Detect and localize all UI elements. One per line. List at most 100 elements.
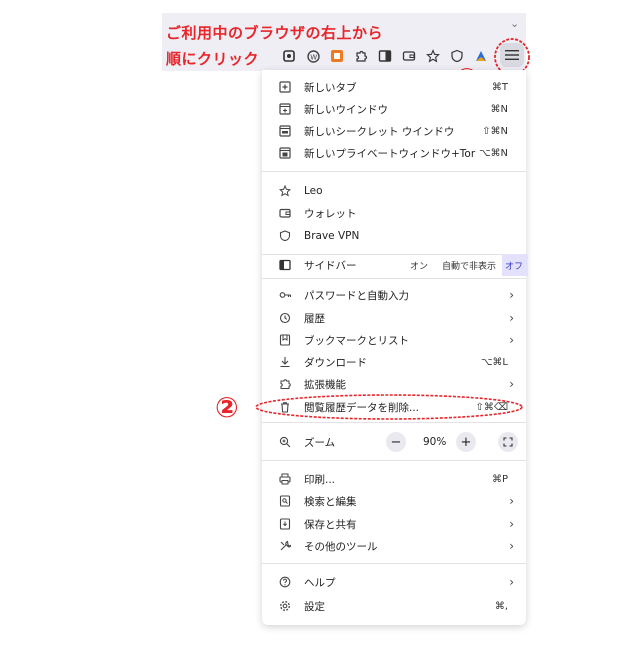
svg-text:W: W: [310, 53, 317, 61]
menu-separator: [262, 563, 526, 564]
sidebar-option-off[interactable]: オフ: [502, 254, 528, 276]
menu-item-print[interactable]: 印刷... ⌘P: [262, 468, 526, 490]
menu-item-label: ウォレット: [304, 207, 357, 220]
wallet-icon: [278, 206, 292, 220]
leo-star-icon[interactable]: [424, 47, 442, 65]
menu-item-label: ズーム: [304, 436, 336, 449]
gear-icon: [278, 599, 292, 613]
download-icon: [278, 355, 292, 369]
menu-item-wallet[interactable]: ウォレット: [262, 202, 526, 224]
chevron-right-icon: ›: [509, 333, 514, 347]
save-share-icon: [278, 517, 292, 531]
menu-item-label: 拡張機能: [304, 378, 346, 391]
fullscreen-icon: [503, 437, 513, 447]
menu-separator: [262, 171, 526, 172]
chevron-right-icon: ›: [509, 575, 514, 589]
leo-star-icon: [278, 184, 292, 198]
menu-item-label: ブックマークとリスト: [304, 334, 409, 347]
wallet-toolbar-icon[interactable]: [400, 47, 418, 65]
puzzle-icon: [278, 377, 292, 391]
menu-item-label: 新しいシークレット ウインドウ: [304, 125, 455, 138]
menu-item-new-tab[interactable]: 新しいタブ ⌘T: [262, 76, 526, 98]
puzzle-icon[interactable]: [352, 47, 370, 65]
menu-item-downloads[interactable]: ダウンロード ⌥⌘L: [262, 351, 526, 373]
menu-item-label: Leo: [304, 185, 323, 197]
menu-item-label: 新しいプライベートウィンドウ+Tor: [304, 147, 476, 160]
menu-item-shortcut: ⌘,: [494, 600, 508, 612]
menu-item-new-incognito[interactable]: 新しいシークレット ウインドウ ⇧⌘N: [262, 120, 526, 142]
private-tor-window-icon: [278, 146, 292, 160]
menu-item-label: 保存と共有: [304, 518, 357, 531]
instruction-line-2: 順にクリック: [166, 50, 260, 68]
step-2-marker: ②: [215, 391, 239, 424]
menu-item-label: 設定: [304, 600, 325, 613]
sidebar-option-on[interactable]: オン: [410, 254, 428, 276]
grid-extension-icon[interactable]: [328, 47, 346, 65]
history-icon: [278, 311, 292, 325]
zoom-out-button[interactable]: −: [386, 432, 406, 452]
bookmark-icon: [278, 333, 292, 347]
menu-item-sidebar: サイドバー オン 自動で非表示 オフ: [262, 254, 528, 276]
menu-item-find-edit[interactable]: 検索と編集 ›: [262, 490, 526, 512]
instruction-line-1: ご利用中のブラウザの右上から: [166, 24, 384, 42]
menu-item-settings[interactable]: 設定 ⌘,: [262, 595, 526, 617]
wordpress-icon[interactable]: W: [304, 47, 322, 65]
menu-item-shortcut: ⇧⌘N: [482, 125, 508, 137]
menu-item-leo[interactable]: Leo: [262, 180, 526, 202]
menu-item-shortcut: ⌥⌘N: [478, 147, 508, 159]
chevron-right-icon: ›: [509, 517, 514, 531]
menu-item-label: 印刷...: [304, 473, 336, 486]
vpn-icon: [278, 229, 292, 243]
new-window-icon: [278, 102, 292, 116]
sidebar-icon: [278, 258, 292, 272]
menu-item-history[interactable]: 履歴 ›: [262, 307, 526, 329]
chevron-right-icon: ›: [509, 288, 514, 302]
app-menu: 新しいタブ ⌘T 新しいウインドウ ⌘N 新しいシークレット ウインドウ ⇧⌘N…: [262, 70, 528, 625]
menu-item-label: 検索と編集: [304, 495, 357, 508]
menu-item-passwords[interactable]: パスワードと自動入力 ›: [262, 284, 526, 306]
search-edit-icon: [278, 494, 292, 508]
key-icon: [278, 288, 292, 302]
menu-item-label: ヘルプ: [304, 576, 336, 589]
incognito-window-icon: [278, 124, 292, 138]
menu-item-new-window[interactable]: 新しいウインドウ ⌘N: [262, 98, 526, 120]
help-icon: [278, 575, 292, 589]
chevron-down-icon[interactable]: ⌄: [510, 17, 519, 30]
zoom-in-button[interactable]: +: [456, 432, 476, 452]
menu-item-label: 履歴: [304, 312, 325, 325]
menu-item-save-share[interactable]: 保存と共有 ›: [262, 513, 526, 535]
tools-icon: [278, 539, 292, 553]
zoom-icon: [278, 435, 292, 449]
sidebar-toggle-icon[interactable]: [376, 47, 394, 65]
menu-item-label: その他のツール: [304, 540, 378, 553]
fullscreen-button[interactable]: [498, 432, 518, 452]
chevron-right-icon: ›: [509, 377, 514, 391]
menu-item-label: パスワードと自動入力: [304, 289, 409, 302]
menu-separator: [262, 278, 526, 279]
print-icon: [278, 472, 292, 486]
menu-item-new-private-tor[interactable]: 新しいプライベートウィンドウ+Tor ⌥⌘N: [262, 142, 526, 164]
menu-item-shortcut: ⌘T: [491, 81, 508, 93]
new-tab-icon: [278, 80, 292, 94]
menu-item-shortcut: ⌘N: [490, 103, 508, 115]
menu-item-label: 新しいウインドウ: [304, 103, 388, 116]
menu-item-label: ダウンロード: [304, 356, 367, 369]
menu-item-label: サイドバー: [304, 259, 357, 272]
highlight-ellipse-clear-data: [255, 394, 523, 420]
menu-item-shortcut: ⌘P: [491, 473, 508, 485]
menu-item-zoom: ズーム − 90% +: [262, 431, 526, 453]
menu-item-label: 新しいタブ: [304, 81, 357, 94]
menu-item-help[interactable]: ヘルプ ›: [262, 571, 526, 593]
menu-item-brave-vpn[interactable]: Brave VPN: [262, 225, 526, 247]
menu-item-more-tools[interactable]: その他のツール ›: [262, 535, 526, 557]
extension-icon[interactable]: [280, 47, 298, 65]
menu-separator: [262, 460, 526, 461]
menu-item-label: Brave VPN: [304, 230, 360, 242]
sidebar-option-auto-hide[interactable]: 自動で非表示: [442, 254, 496, 276]
chevron-right-icon: ›: [509, 494, 514, 508]
zoom-level: 90%: [423, 436, 447, 448]
chevron-right-icon: ›: [509, 539, 514, 553]
menu-item-shortcut: ⌥⌘L: [480, 356, 508, 368]
chevron-right-icon: ›: [509, 311, 514, 325]
menu-item-bookmarks[interactable]: ブックマークとリスト ›: [262, 329, 526, 351]
